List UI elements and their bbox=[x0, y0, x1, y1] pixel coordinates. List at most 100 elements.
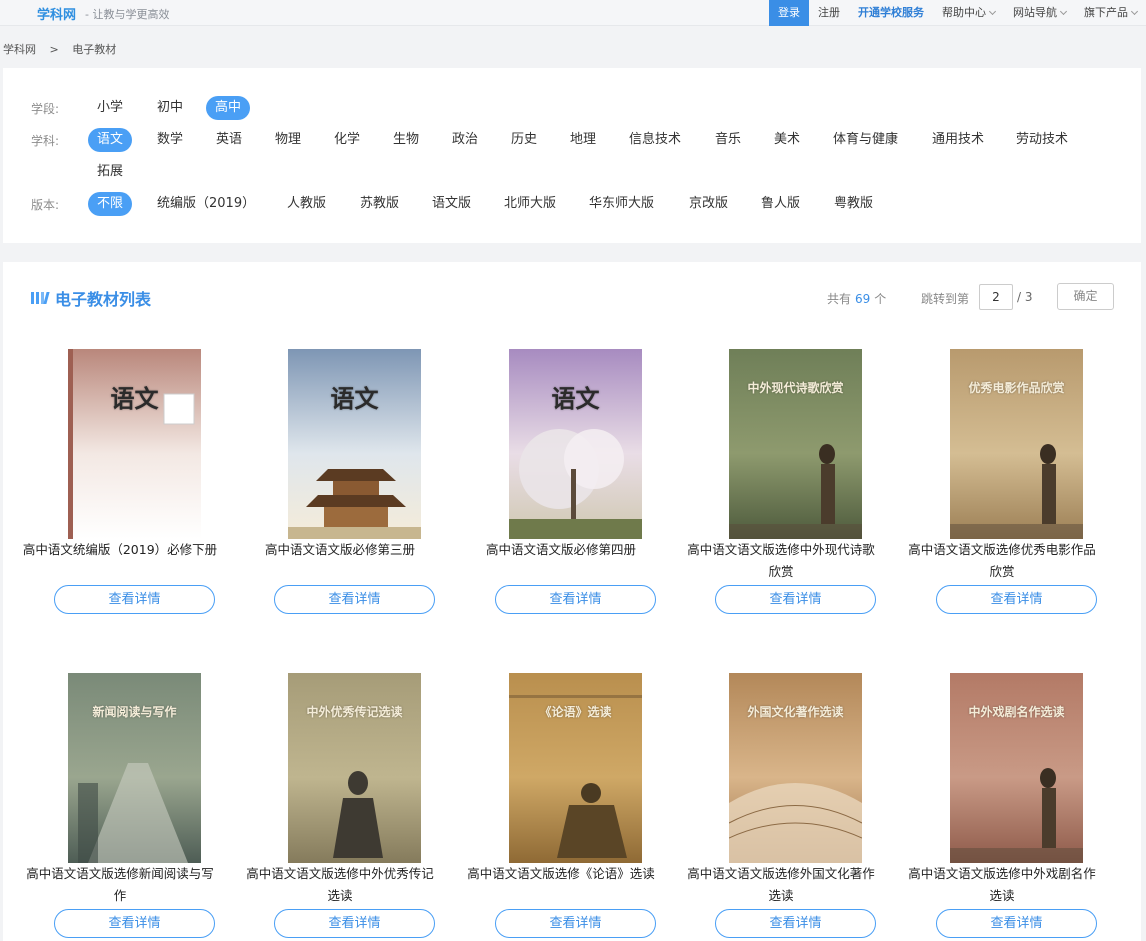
book-title[interactable]: 高中语文语文版选修新闻阅读与写作 bbox=[10, 863, 230, 907]
subject-option[interactable]: 音乐 bbox=[706, 128, 750, 152]
subject-option[interactable]: 通用技术 bbox=[923, 128, 993, 152]
subject-option[interactable]: 地理 bbox=[561, 128, 605, 152]
chevron-down-icon bbox=[1059, 7, 1068, 16]
top-link-site-nav[interactable]: 网站导航 bbox=[1004, 0, 1075, 26]
book-cover-image[interactable]: 语文 bbox=[68, 349, 201, 539]
site-logo[interactable]: 学科网 bbox=[37, 4, 76, 23]
top-link-school-service[interactable]: 开通学校服务 bbox=[849, 0, 933, 26]
total-prefix: 共有 bbox=[827, 292, 852, 306]
view-details-button[interactable]: 查看详情 bbox=[54, 909, 215, 938]
book-cover-image[interactable]: 优秀电影作品欣赏 bbox=[950, 349, 1083, 539]
view-details-button[interactable]: 查看详情 bbox=[274, 585, 435, 614]
view-details-button[interactable]: 查看详情 bbox=[495, 585, 656, 614]
top-link-label: 开通学校服务 bbox=[858, 6, 924, 19]
filter-panel: 学段: 学科: 版本: 小学 初中 高中 语文 数学 英语 物理 化学 生物 政治 历史 地理 信息技… bbox=[3, 68, 1141, 243]
edition-option[interactable]: 鲁人版 bbox=[752, 192, 809, 216]
total-number: 69 bbox=[855, 292, 871, 306]
edition-option[interactable]: 人教版 bbox=[278, 192, 335, 216]
textbook-card: 《论语》选读高中语文语文版选修《论语》选读查看详情 bbox=[451, 673, 671, 941]
book-cover-image[interactable]: 新闻阅读与写作 bbox=[68, 673, 201, 863]
textbook-card: 外国文化著作选读高中语文语文版选修外国文化著作选读 查看详情 bbox=[671, 673, 891, 941]
subject-option[interactable]: 拓展 bbox=[88, 160, 132, 184]
jump-label: 跳转到第 bbox=[921, 292, 970, 306]
subject-option[interactable]: 英语 bbox=[207, 128, 251, 152]
subject-option[interactable]: 美术 bbox=[765, 128, 809, 152]
view-details-button[interactable]: 查看详情 bbox=[936, 585, 1097, 614]
top-link-label: 登录 bbox=[778, 6, 800, 19]
book-cover-image[interactable]: 语文 bbox=[288, 349, 421, 539]
cover-title-text: 外国文化著作选读 bbox=[747, 705, 844, 719]
book-title[interactable]: 高中语文语文版选修中外现代诗歌欣赏 bbox=[671, 539, 891, 583]
view-details-button[interactable]: 查看详情 bbox=[715, 909, 876, 938]
subject-option[interactable]: 生物 bbox=[384, 128, 428, 152]
subject-option[interactable]: 语文 bbox=[88, 128, 133, 152]
view-details-button[interactable]: 查看详情 bbox=[274, 909, 435, 938]
subject-option[interactable]: 历史 bbox=[502, 128, 546, 152]
edition-option[interactable]: 京改版 bbox=[680, 192, 737, 216]
book-title[interactable]: 高中语文统编版（2019）必修下册 bbox=[10, 539, 230, 561]
book-title[interactable]: 高中语文语文版选修中外戏剧名作选读 bbox=[892, 863, 1112, 907]
page-total: / 3 bbox=[1017, 290, 1033, 304]
top-link-label: 网站导航 bbox=[1013, 6, 1057, 19]
stage-option[interactable]: 高中 bbox=[206, 96, 251, 120]
top-link-login[interactable]: 登录 bbox=[769, 0, 809, 26]
view-details-button[interactable]: 查看详情 bbox=[495, 909, 656, 938]
breadcrumb-current: 电子教材 bbox=[72, 43, 117, 56]
book-cover-image[interactable]: 《论语》选读 bbox=[509, 673, 642, 863]
subject-option[interactable]: 数学 bbox=[148, 128, 192, 152]
textbook-card: 中外戏剧名作选读高中语文语文版选修中外戏剧名作选读 查看详情 bbox=[892, 673, 1112, 941]
breadcrumb: 学科网 > 电子教材 bbox=[3, 41, 126, 57]
chevron-down-icon bbox=[1130, 7, 1139, 16]
top-link-register[interactable]: 注册 bbox=[809, 0, 849, 26]
textbook-list-panel: 电子教材列表 共有 69 个 跳转到第 2 / 3 确定 语文 高中语文统编版（201… bbox=[3, 262, 1141, 941]
books-icon bbox=[31, 292, 50, 304]
top-link-help-center[interactable]: 帮助中心 bbox=[933, 0, 1004, 26]
textbook-card: 语文 高中语文语文版必修第三册查看详情 bbox=[230, 349, 450, 619]
book-title[interactable]: 高中语文语文版选修外国文化著作选读 bbox=[671, 863, 891, 907]
cover-title-text: 《论语》选读 bbox=[539, 705, 612, 719]
book-title[interactable]: 高中语文语文版选修《论语》选读 bbox=[451, 863, 671, 885]
page-input[interactable]: 2 bbox=[979, 284, 1013, 310]
textbook-card: 语文 高中语文统编版（2019）必修下册查看详情 bbox=[10, 349, 230, 619]
view-details-button[interactable]: 查看详情 bbox=[54, 585, 215, 614]
edition-option[interactable]: 粤教版 bbox=[825, 192, 882, 216]
subject-option[interactable]: 物理 bbox=[266, 128, 310, 152]
top-link-products[interactable]: 旗下产品 bbox=[1075, 0, 1146, 26]
edition-option[interactable]: 语文版 bbox=[423, 192, 480, 216]
book-cover-image[interactable]: 中外戏剧名作选读 bbox=[950, 673, 1083, 863]
subject-label: 学科: bbox=[31, 134, 60, 148]
subject-option[interactable]: 政治 bbox=[443, 128, 487, 152]
edition-option[interactable]: 华东师大版 bbox=[580, 192, 663, 216]
book-title[interactable]: 高中语文语文版必修第四册 bbox=[451, 539, 671, 561]
breadcrumb-separator: > bbox=[49, 43, 59, 56]
subject-option[interactable]: 劳动技术 bbox=[1007, 128, 1077, 152]
cover-title-text: 语文 bbox=[551, 384, 600, 413]
book-title[interactable]: 高中语文语文版选修中外优秀传记选读 bbox=[230, 863, 450, 907]
book-title[interactable]: 高中语文语文版选修优秀电影作品欣赏 bbox=[892, 539, 1112, 583]
book-cover-image[interactable]: 中外现代诗歌欣赏 bbox=[729, 349, 862, 539]
book-title[interactable]: 高中语文语文版必修第三册 bbox=[230, 539, 450, 561]
edition-option[interactable]: 北师大版 bbox=[495, 192, 565, 216]
textbook-card: 语文高中语文语文版必修第四册查看详情 bbox=[451, 349, 671, 619]
book-cover-image[interactable]: 中外优秀传记选读 bbox=[288, 673, 421, 863]
book-cover-image[interactable]: 外国文化著作选读 bbox=[729, 673, 862, 863]
subject-option[interactable]: 信息技术 bbox=[620, 128, 690, 152]
top-bar: 学科网 - 让教与学更高效 登录 注册 开通学校服务 帮助中心 网站导航 旗下产品 bbox=[0, 0, 1146, 26]
edition-option[interactable]: 苏教版 bbox=[351, 192, 408, 216]
subject-option[interactable]: 化学 bbox=[325, 128, 369, 152]
cover-title-text: 优秀电影作品欣赏 bbox=[968, 381, 1065, 395]
view-details-button[interactable]: 查看详情 bbox=[715, 585, 876, 614]
textbook-card: 中外现代诗歌欣赏 高中语文语文版选修中外现代诗歌欣赏 查看详情 bbox=[671, 349, 891, 619]
subject-option[interactable]: 体育与健康 bbox=[824, 128, 907, 152]
breadcrumb-home[interactable]: 学科网 bbox=[3, 43, 36, 56]
textbook-card: 中外优秀传记选读 高中语文语文版选修中外优秀传记选读 查看详情 bbox=[230, 673, 450, 941]
view-details-button[interactable]: 查看详情 bbox=[936, 909, 1097, 938]
cover-title-text: 中外戏剧名作选读 bbox=[968, 705, 1065, 719]
book-cover-image[interactable]: 语文 bbox=[509, 349, 642, 539]
edition-option[interactable]: 统编版（2019） bbox=[148, 192, 264, 216]
confirm-jump-button[interactable]: 确定 bbox=[1057, 283, 1114, 310]
edition-option[interactable]: 不限 bbox=[88, 192, 133, 216]
stage-option[interactable]: 初中 bbox=[148, 96, 192, 120]
stage-option[interactable]: 小学 bbox=[88, 96, 132, 120]
top-link-label: 旗下产品 bbox=[1084, 6, 1128, 19]
